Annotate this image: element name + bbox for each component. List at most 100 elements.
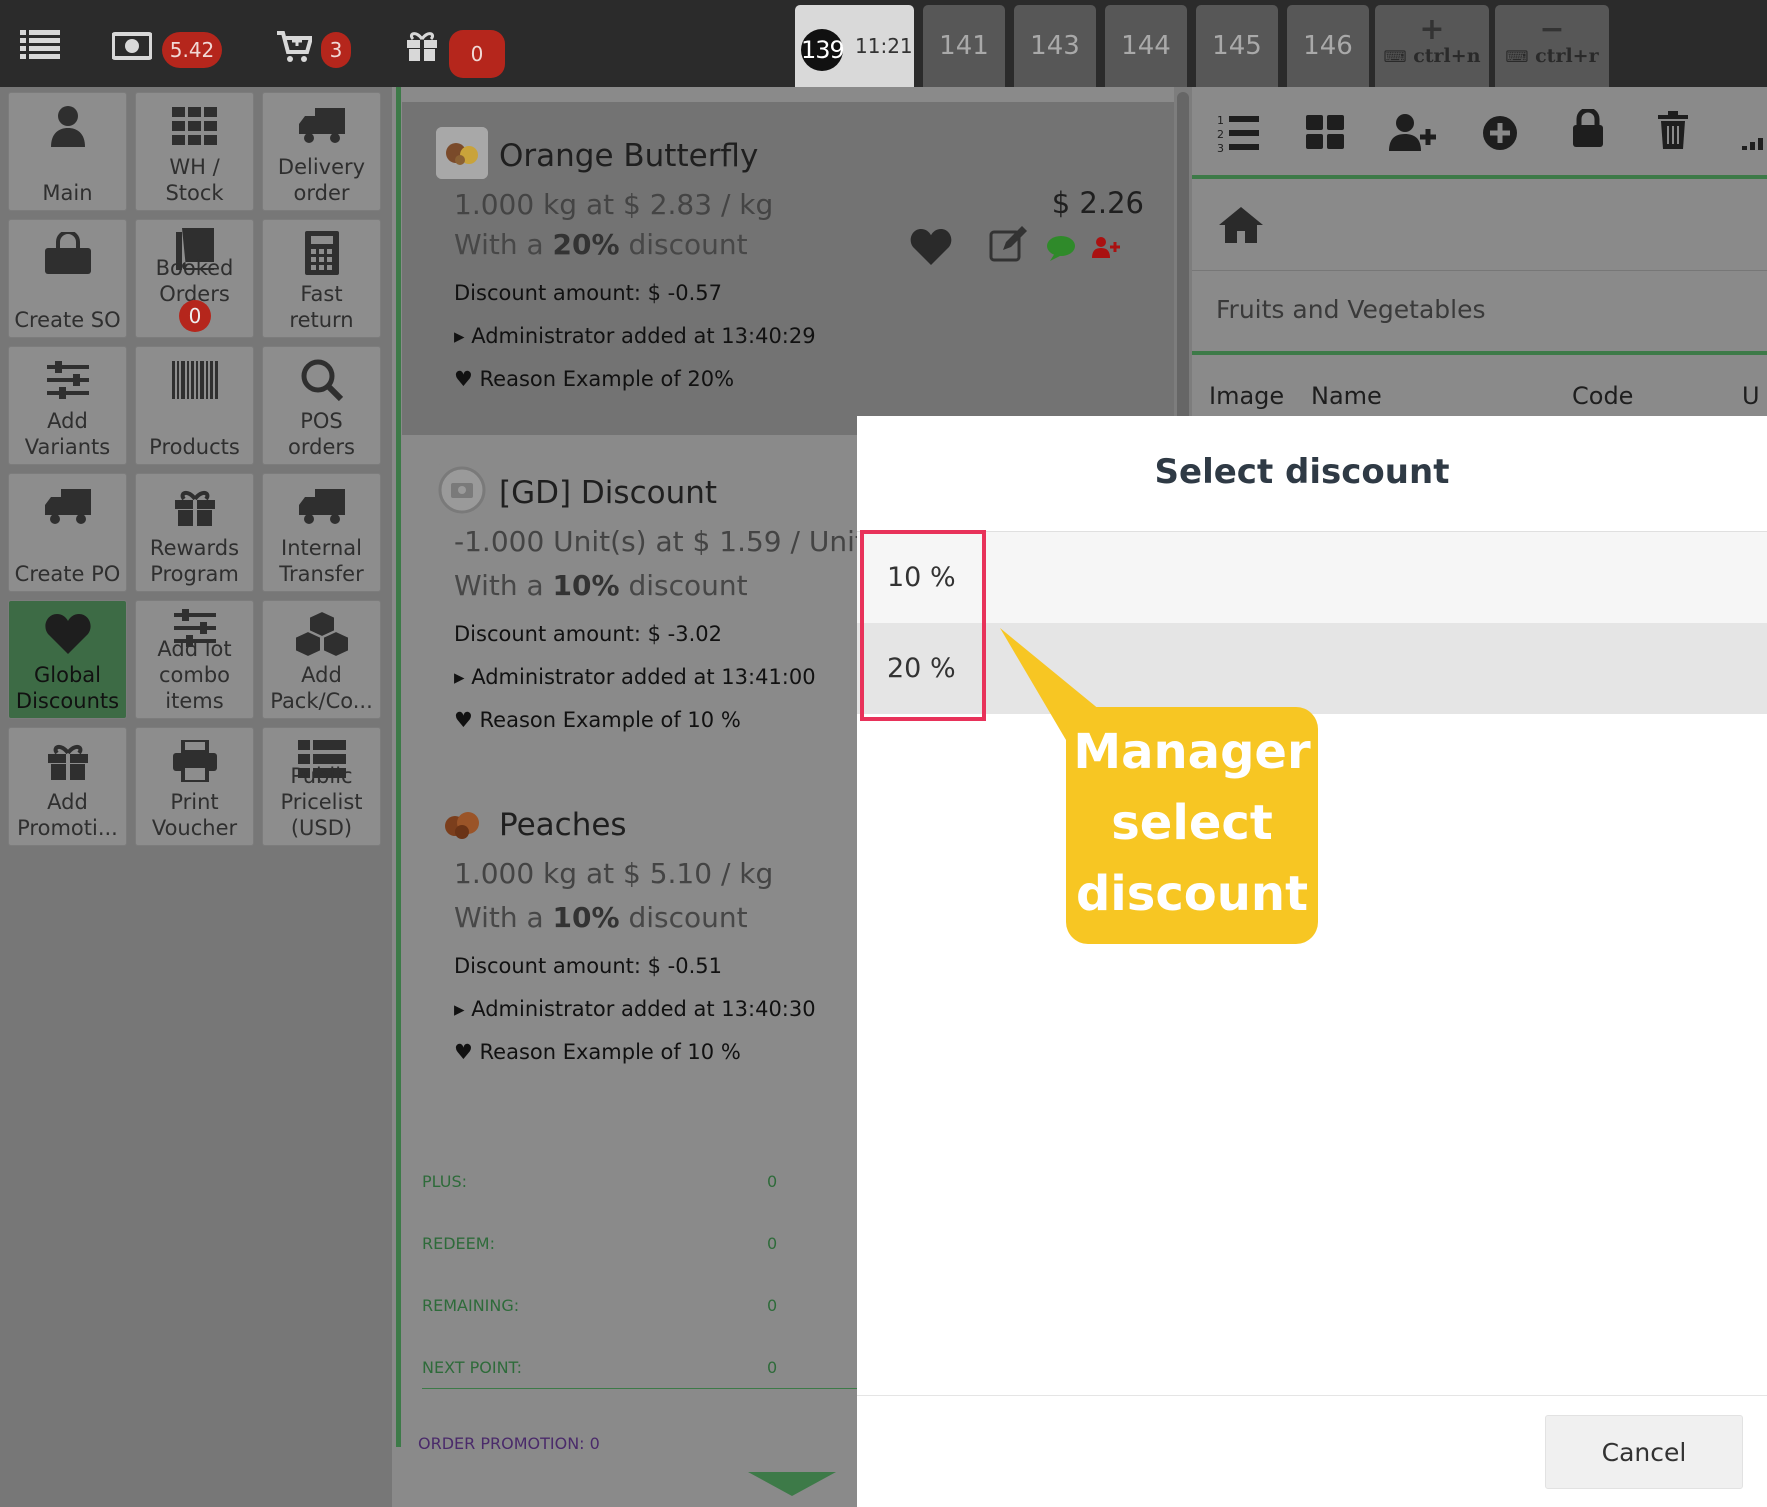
gift-icon[interactable]: [405, 30, 439, 66]
home-icon[interactable]: [1219, 207, 1263, 247]
added-by: ▸ Administrator added at 13:40:29: [454, 324, 816, 348]
discount-option-10[interactable]: 10 %: [857, 532, 1767, 623]
menu-main[interactable]: Main: [8, 92, 127, 211]
svg-text:1: 1: [1217, 114, 1224, 127]
order-tab[interactable]: 145: [1196, 5, 1278, 87]
highlight-box: [860, 530, 986, 721]
keyboard-icon: ⌨: [1505, 47, 1529, 66]
order-tab[interactable]: 144: [1105, 5, 1187, 87]
add-customer-icon[interactable]: [1389, 113, 1437, 155]
loyalty-redeem-label: REDEEM:: [422, 1234, 495, 1253]
trash-icon[interactable]: [1658, 111, 1688, 153]
lock-icon[interactable]: [1573, 107, 1603, 151]
column-name: Name: [1311, 382, 1382, 410]
barcode-icon: [136, 357, 253, 403]
keyboard-icon: ⌨: [1383, 47, 1407, 66]
menu-add-lot-combo-items[interactable]: Add lot combo items: [135, 600, 254, 719]
category-row[interactable]: Fruits and Vegetables: [1192, 271, 1767, 355]
loyalty-divider: [422, 1388, 862, 1389]
loyalty-remaining-label: REMAINING:: [422, 1296, 520, 1315]
menu-wh-stock[interactable]: WH / Stock: [135, 92, 254, 211]
select-discount-dialog: Select discount 10 % 20 % Cancel: [857, 416, 1767, 1507]
menu-add-promotion[interactable]: Add Promoti...: [8, 727, 127, 846]
hamburger-list-icon[interactable]: [20, 30, 60, 64]
remove-order-button[interactable]: − ⌨ ctrl+r: [1495, 5, 1609, 87]
function-menu: Main WH / Stock Delivery order Create SO…: [0, 87, 392, 1507]
menu-create-po[interactable]: Create PO: [8, 473, 127, 592]
cart-plus-icon[interactable]: [276, 30, 314, 68]
discount-option-20[interactable]: 20 %: [857, 623, 1767, 714]
scroll-down-arrow-icon[interactable]: [748, 1472, 836, 1496]
column-unit: U: [1742, 382, 1760, 410]
signal-bars-icon[interactable]: [1742, 135, 1767, 154]
calculator-icon: [263, 230, 380, 276]
heart-icon[interactable]: [910, 229, 952, 269]
menu-internal-transfer[interactable]: Internal Transfer: [262, 473, 381, 592]
sliders-icon: [9, 357, 126, 403]
menu-products[interactable]: Products: [135, 346, 254, 465]
add-user-icon[interactable]: [1092, 236, 1120, 262]
product-image: [436, 798, 488, 850]
gift-icon: [136, 484, 253, 530]
dialog-footer-divider: [857, 1395, 1767, 1396]
breadcrumb: [1192, 179, 1767, 271]
edit-icon[interactable]: [989, 226, 1029, 266]
numbered-list-icon[interactable]: 123: [1217, 113, 1259, 157]
order-tab[interactable]: 146: [1287, 5, 1369, 87]
product-toolbar: 123: [1192, 87, 1767, 179]
menu-delivery-order[interactable]: Delivery order: [262, 92, 381, 211]
order-line[interactable]: Orange Butterfly 1.000 kg at $ 2.83 / kg…: [402, 102, 1174, 435]
shopping-bag-icon: [9, 230, 126, 276]
line-quantity: 1.000 kg at $ 2.83 / kg: [454, 188, 774, 221]
plus-circle-icon[interactable]: [1482, 115, 1518, 155]
user-icon: [9, 103, 126, 149]
line-discount: With a 10% discount: [454, 569, 748, 602]
column-image: Image: [1209, 382, 1285, 410]
order-tab[interactable]: 141: [923, 5, 1005, 87]
heart-icon: [9, 611, 126, 657]
discount-amount: Discount amount: $ -0.51: [454, 954, 723, 978]
svg-text:2: 2: [1217, 128, 1224, 141]
banknote-icon[interactable]: [111, 32, 153, 64]
discount-reason: ♥ Reason Example of 10 %: [454, 708, 741, 732]
menu-print-voucher[interactable]: Print Voucher: [135, 727, 254, 846]
menu-pos-orders[interactable]: POS orders: [262, 346, 381, 465]
order-tab[interactable]: 143: [1014, 5, 1096, 87]
comment-icon[interactable]: [1046, 235, 1076, 265]
printer-icon: [136, 738, 253, 784]
panel-divider: [396, 87, 401, 1447]
loyalty-next-point-value: 0: [767, 1358, 778, 1377]
truck-icon: [9, 484, 126, 530]
dialog-title: Select discount: [1154, 452, 1450, 492]
new-order-button[interactable]: + ⌨ ctrl+n: [1375, 5, 1489, 87]
grid-icon: [136, 103, 253, 149]
discount-reason: ♥ Reason Example of 10 %: [454, 1040, 741, 1064]
line-discount: With a 10% discount: [454, 901, 748, 934]
cancel-button[interactable]: Cancel: [1545, 1415, 1743, 1489]
top-bar: 5.42 3 0 139 11:21 141 143 144 145 146 +…: [0, 0, 1767, 87]
order-number: 139: [801, 29, 845, 71]
menu-global-discounts[interactable]: Global Discounts: [8, 600, 127, 719]
menu-public-pricelist[interactable]: Public Pricelist (USD): [262, 727, 381, 846]
menu-create-so[interactable]: Create SO: [8, 219, 127, 338]
menu-rewards-program[interactable]: Rewards Program: [135, 473, 254, 592]
product-name: [GD] Discount: [499, 475, 718, 511]
new-order-shortcut: ctrl+n: [1413, 45, 1481, 67]
line-quantity: 1.000 kg at $ 5.10 / kg: [454, 857, 774, 890]
no-image-icon: [436, 464, 488, 516]
product-name: Peaches: [499, 807, 627, 843]
menu-fast-return[interactable]: Fast return: [262, 219, 381, 338]
menu-add-pack-combo[interactable]: Add Pack/Co...: [262, 600, 381, 719]
search-icon: [263, 357, 380, 403]
remove-order-shortcut: ctrl+r: [1535, 45, 1599, 67]
column-code: Code: [1572, 382, 1634, 410]
discount-amount: Discount amount: $ -0.57: [454, 281, 723, 305]
menu-add-variants[interactable]: Add Variants: [8, 346, 127, 465]
product-image: [436, 127, 488, 179]
menu-booked-orders[interactable]: Booked Orders 0: [135, 219, 254, 338]
grid-view-icon[interactable]: [1306, 115, 1344, 153]
cart-badge: 3: [321, 32, 351, 68]
loyalty-plus-label: PLUS:: [422, 1172, 468, 1191]
order-tab-active[interactable]: 139 11:21: [795, 5, 914, 87]
truck-icon: [263, 103, 380, 149]
